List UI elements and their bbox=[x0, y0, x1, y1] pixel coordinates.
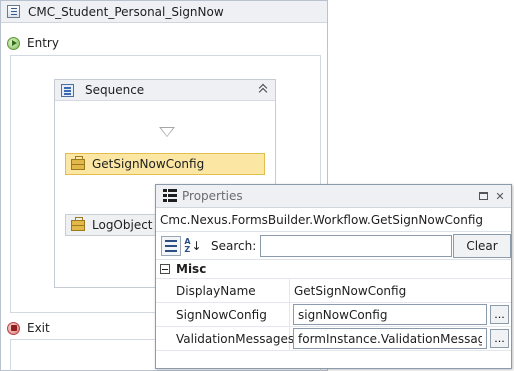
property-value[interactable]: GetSignNowConfig bbox=[293, 284, 406, 298]
property-row-validationmessages[interactable]: ValidationMessages ... bbox=[156, 327, 511, 351]
property-row-displayname[interactable]: DisplayName GetSignNowConfig bbox=[156, 279, 511, 303]
sequence-title: Sequence bbox=[85, 83, 145, 97]
properties-window: Properties ✕ Cmc.Nexus.FormsBuilder.Work… bbox=[155, 184, 512, 369]
drop-arrow-icon bbox=[159, 127, 175, 137]
sequence-icon bbox=[61, 83, 74, 97]
workflow-header[interactable]: CMC_Student_Personal_SignNow bbox=[1, 1, 327, 23]
activity-getsignnowconfig[interactable]: GetSignNowConfig bbox=[65, 153, 265, 175]
ellipsis-button[interactable]: ... bbox=[490, 329, 509, 348]
collapse-category-icon[interactable] bbox=[160, 264, 170, 274]
workflow-title: CMC_Student_Personal_SignNow bbox=[28, 4, 224, 19]
exit-label: Exit bbox=[27, 321, 50, 335]
entry-label: Entry bbox=[27, 36, 59, 50]
properties-icon bbox=[163, 189, 177, 203]
clear-button[interactable]: Clear bbox=[453, 233, 511, 258]
property-name: DisplayName bbox=[156, 279, 290, 302]
property-name: SignNowConfig bbox=[156, 303, 290, 326]
activity-icon bbox=[71, 155, 85, 170]
property-row-signnowconfig[interactable]: SignNowConfig ... bbox=[156, 303, 511, 327]
activity-icon bbox=[71, 216, 85, 231]
property-value-input[interactable] bbox=[293, 328, 487, 349]
category-name: Misc bbox=[176, 262, 207, 276]
entry-row[interactable]: Entry bbox=[7, 36, 59, 50]
categorized-icon[interactable] bbox=[161, 235, 181, 256]
workflow-icon bbox=[7, 5, 20, 18]
property-value-input[interactable] bbox=[293, 304, 487, 325]
collapse-icon[interactable] bbox=[256, 83, 270, 97]
alphabetical-icon[interactable]: A Z ↓ bbox=[183, 236, 203, 256]
activity-label: LogObject bbox=[92, 218, 153, 232]
property-name: ValidationMessages bbox=[156, 327, 294, 350]
selected-object-type: Cmc.Nexus.FormsBuilder.Workflow.GetSignN… bbox=[156, 208, 511, 232]
sequence-header[interactable]: Sequence bbox=[55, 80, 275, 101]
category-misc[interactable]: Misc bbox=[156, 260, 511, 279]
properties-toolbar: A Z ↓ Search: Clear bbox=[156, 232, 511, 260]
exit-icon bbox=[7, 321, 20, 335]
properties-title-bar[interactable]: Properties ✕ bbox=[156, 185, 511, 208]
close-icon[interactable]: ✕ bbox=[494, 190, 506, 202]
search-input[interactable] bbox=[260, 234, 453, 257]
entry-icon bbox=[7, 36, 20, 50]
exit-row[interactable]: Exit bbox=[7, 321, 50, 335]
activity-label: GetSignNowConfig bbox=[92, 157, 205, 171]
search-label: Search: bbox=[210, 238, 257, 253]
properties-title: Properties bbox=[182, 189, 243, 203]
maximize-icon[interactable] bbox=[477, 190, 489, 202]
ellipsis-button[interactable]: ... bbox=[490, 305, 509, 324]
